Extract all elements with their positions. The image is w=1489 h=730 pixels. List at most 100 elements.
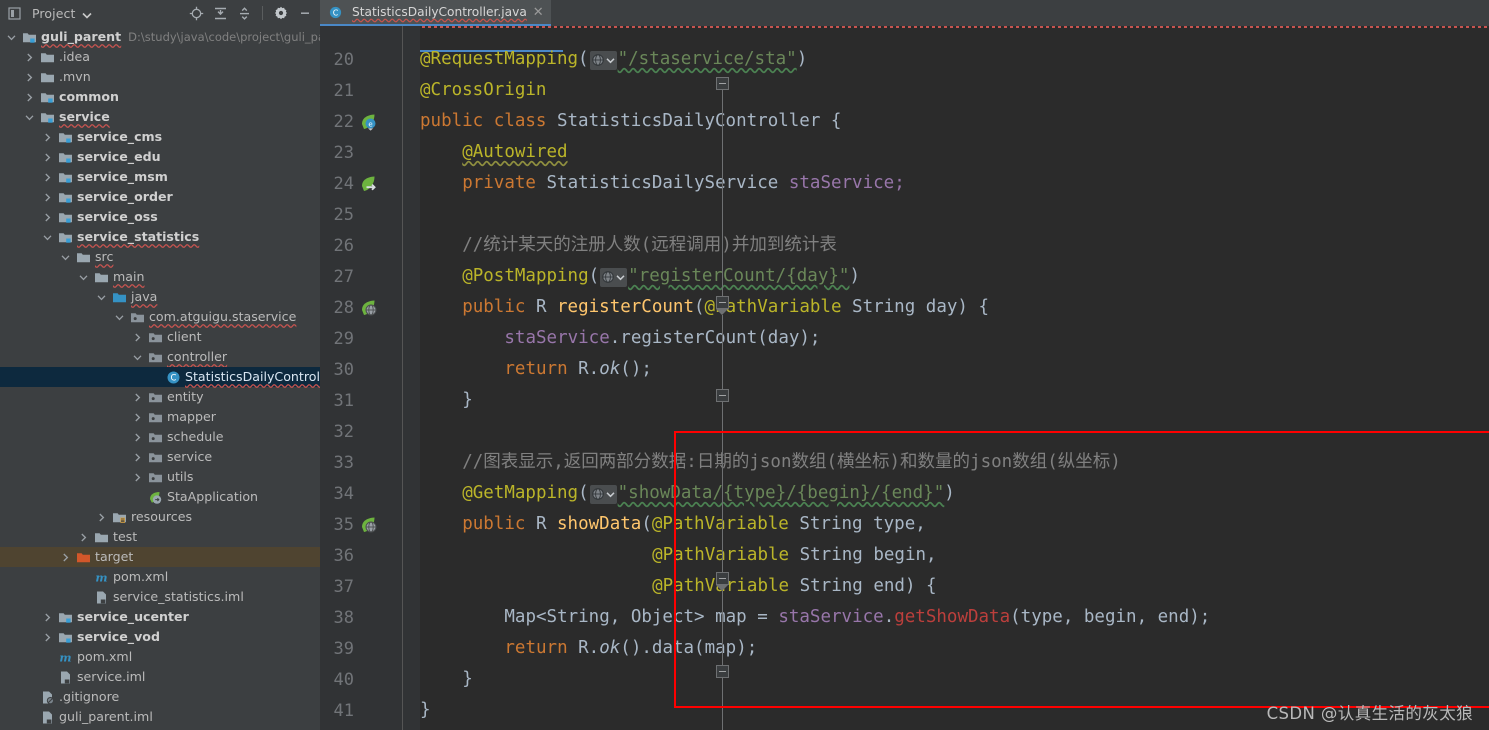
chevron-down-icon[interactable] [95, 291, 107, 303]
chevron-right-icon[interactable] [41, 171, 53, 183]
expand-all-icon[interactable] [209, 2, 231, 24]
gutter-line-35[interactable]: 35 [320, 509, 420, 540]
chevron-right-icon[interactable] [41, 611, 53, 623]
code-line-40[interactable]: } [462, 664, 473, 695]
editor-gutter[interactable]: 20 21 22 e 23 24 25 26 27 28 29 30 31 32 33 34 35 36 37 38 3… [320, 26, 420, 730]
tree-item-service-iml[interactable]: service.iml [0, 667, 320, 687]
tree-item-guli-parent-iml[interactable]: guli_parent.iml [0, 707, 320, 727]
gutter-line-28[interactable]: 28 [320, 292, 420, 323]
fold-handle-method-end[interactable] [716, 389, 729, 402]
tree-item-mvn[interactable]: .mvn [0, 67, 320, 87]
tree-item-service-msm[interactable]: service_msm [0, 167, 320, 187]
tree-item-service-vod[interactable]: service_vod [0, 627, 320, 647]
tree-item-service-ucenter[interactable]: service_ucenter [0, 607, 320, 627]
gutter-line-34[interactable]: 34 [320, 478, 420, 509]
tree-item-com-atguigu-staservice[interactable]: com.atguigu.staservice [0, 307, 320, 327]
tree-item-entity[interactable]: entity [0, 387, 320, 407]
gutter-line-36[interactable]: 36 [320, 540, 420, 571]
tree-item-pom-xml[interactable]: m pom.xml [0, 647, 320, 667]
gutter-line-33[interactable]: 33 [320, 447, 420, 478]
tree-item-main[interactable]: main [0, 267, 320, 287]
tree-item-target[interactable]: target [0, 547, 320, 567]
tree-item-mapper[interactable]: mapper [0, 407, 320, 427]
gutter-line-22[interactable]: 22 e [320, 106, 420, 137]
chevron-down-icon[interactable] [5, 31, 17, 43]
chevron-down-icon[interactable] [23, 111, 35, 123]
code-line-30[interactable]: return R.ok(); [504, 354, 652, 385]
fold-handle-class[interactable] [716, 77, 729, 90]
gutter-line-23[interactable]: 23 [320, 137, 420, 168]
chevron-down-icon[interactable] [113, 311, 125, 323]
fold-handle-showdata-end[interactable] [716, 665, 729, 678]
chevron-down-icon[interactable] [59, 251, 71, 263]
spring-bean-icon[interactable]: e [360, 113, 378, 131]
tree-item-utils[interactable]: utils [0, 467, 320, 487]
gutter-line-40[interactable]: 40 [320, 664, 420, 695]
code-line-22[interactable]: public class StatisticsDailyController { [420, 106, 841, 137]
code-line-34[interactable]: @GetMapping("showData/{type}/{begin}/{en… [462, 478, 955, 509]
spring-autowired-dependency-icon[interactable] [360, 175, 378, 193]
gutter-line-29[interactable]: 29 [320, 323, 420, 354]
gutter-line-25[interactable]: 25 [320, 199, 420, 230]
code-line-21[interactable]: @CrossOrigin [420, 75, 546, 106]
globe-icon[interactable] [589, 50, 617, 70]
tree-item-client[interactable]: client [0, 327, 320, 347]
chevron-down-icon[interactable] [82, 4, 93, 23]
tree-item-service-statistics[interactable]: service_statistics [0, 227, 320, 247]
chevron-right-icon[interactable] [131, 451, 143, 463]
tree-item-service[interactable]: service [0, 447, 320, 467]
chevron-right-icon[interactable] [23, 71, 35, 83]
gutter-line-38[interactable]: 38 [320, 602, 420, 633]
code-line-35[interactable]: public R showData(@PathVariable String t… [462, 509, 926, 540]
code-line-33[interactable]: //图表显示,返回两部分数据:日期的json数组(横坐标)和数量的json数组(… [462, 447, 1121, 478]
tree-item-schedule[interactable]: schedule [0, 427, 320, 447]
gutter-line-41[interactable]: 41 [320, 695, 420, 726]
code-line-38[interactable]: Map<String, Object> map = staService.get… [504, 602, 1210, 633]
chevron-down-icon[interactable] [41, 231, 53, 243]
gutter-line-27[interactable]: 27 [320, 261, 420, 292]
gutter-line-31[interactable]: 31 [320, 385, 420, 416]
chevron-right-icon[interactable] [131, 471, 143, 483]
gutter-line-37[interactable]: 37 [320, 571, 420, 602]
tree-item-statisticsdailycontroller[interactable]: C StatisticsDailyController [0, 367, 320, 387]
chevron-right-icon[interactable] [131, 411, 143, 423]
chevron-down-icon[interactable] [131, 351, 143, 363]
chevron-right-icon[interactable] [23, 91, 35, 103]
code-line-29[interactable]: staService.registerCount(day); [504, 323, 820, 354]
gutter-line-30[interactable]: 30 [320, 354, 420, 385]
code-line-27[interactable]: @PostMapping("registerCount/{day}") [462, 261, 860, 292]
tree-item-gitignore[interactable]: .gitignore [0, 687, 320, 707]
code-line-31[interactable]: } [462, 385, 473, 416]
chevron-right-icon[interactable] [77, 531, 89, 543]
code-line-23[interactable]: @Autowired [462, 137, 567, 168]
gutter-line-26[interactable]: 26 [320, 230, 420, 261]
tree-item-staapplication[interactable]: StaApplication [0, 487, 320, 507]
collapse-all-icon[interactable] [233, 2, 255, 24]
chevron-right-icon[interactable] [41, 211, 53, 223]
code-line-26[interactable]: //统计某天的注册人数(远程调用)并加到统计表 [462, 230, 837, 261]
tree-item-service-cms[interactable]: service_cms [0, 127, 320, 147]
chevron-right-icon[interactable] [59, 551, 71, 563]
spring-request-mapping-icon[interactable] [360, 516, 378, 534]
globe-icon[interactable] [589, 484, 617, 504]
tree-item-controller[interactable]: controller [0, 347, 320, 367]
project-tree[interactable]: guli_parent D:\study\java\code\project\gu… [0, 26, 320, 730]
chevron-right-icon[interactable] [131, 391, 143, 403]
tree-item-src[interactable]: src [0, 247, 320, 267]
gutter-line-24[interactable]: 24 [320, 168, 420, 199]
chevron-right-icon[interactable] [41, 151, 53, 163]
tree-item-idea[interactable]: .idea [0, 47, 320, 67]
close-icon[interactable]: ✕ [532, 6, 545, 19]
chevron-down-icon[interactable] [77, 271, 89, 283]
tree-item-java[interactable]: java [0, 287, 320, 307]
tree-item-pom-xml[interactable]: m pom.xml [0, 567, 320, 587]
chevron-right-icon[interactable] [23, 51, 35, 63]
tree-item-test[interactable]: test [0, 527, 320, 547]
chevron-right-icon[interactable] [131, 431, 143, 443]
fold-handle-method-showdata[interactable] [716, 572, 729, 585]
code-line-41[interactable]: } [420, 695, 431, 726]
code-line-37[interactable]: @PathVariable String end) { [652, 571, 936, 602]
code-line-20[interactable]: @RequestMapping("/staservice/sta") [420, 44, 807, 75]
fold-handle-method-register[interactable] [716, 296, 729, 309]
gutter-line-20[interactable]: 20 [320, 44, 420, 75]
